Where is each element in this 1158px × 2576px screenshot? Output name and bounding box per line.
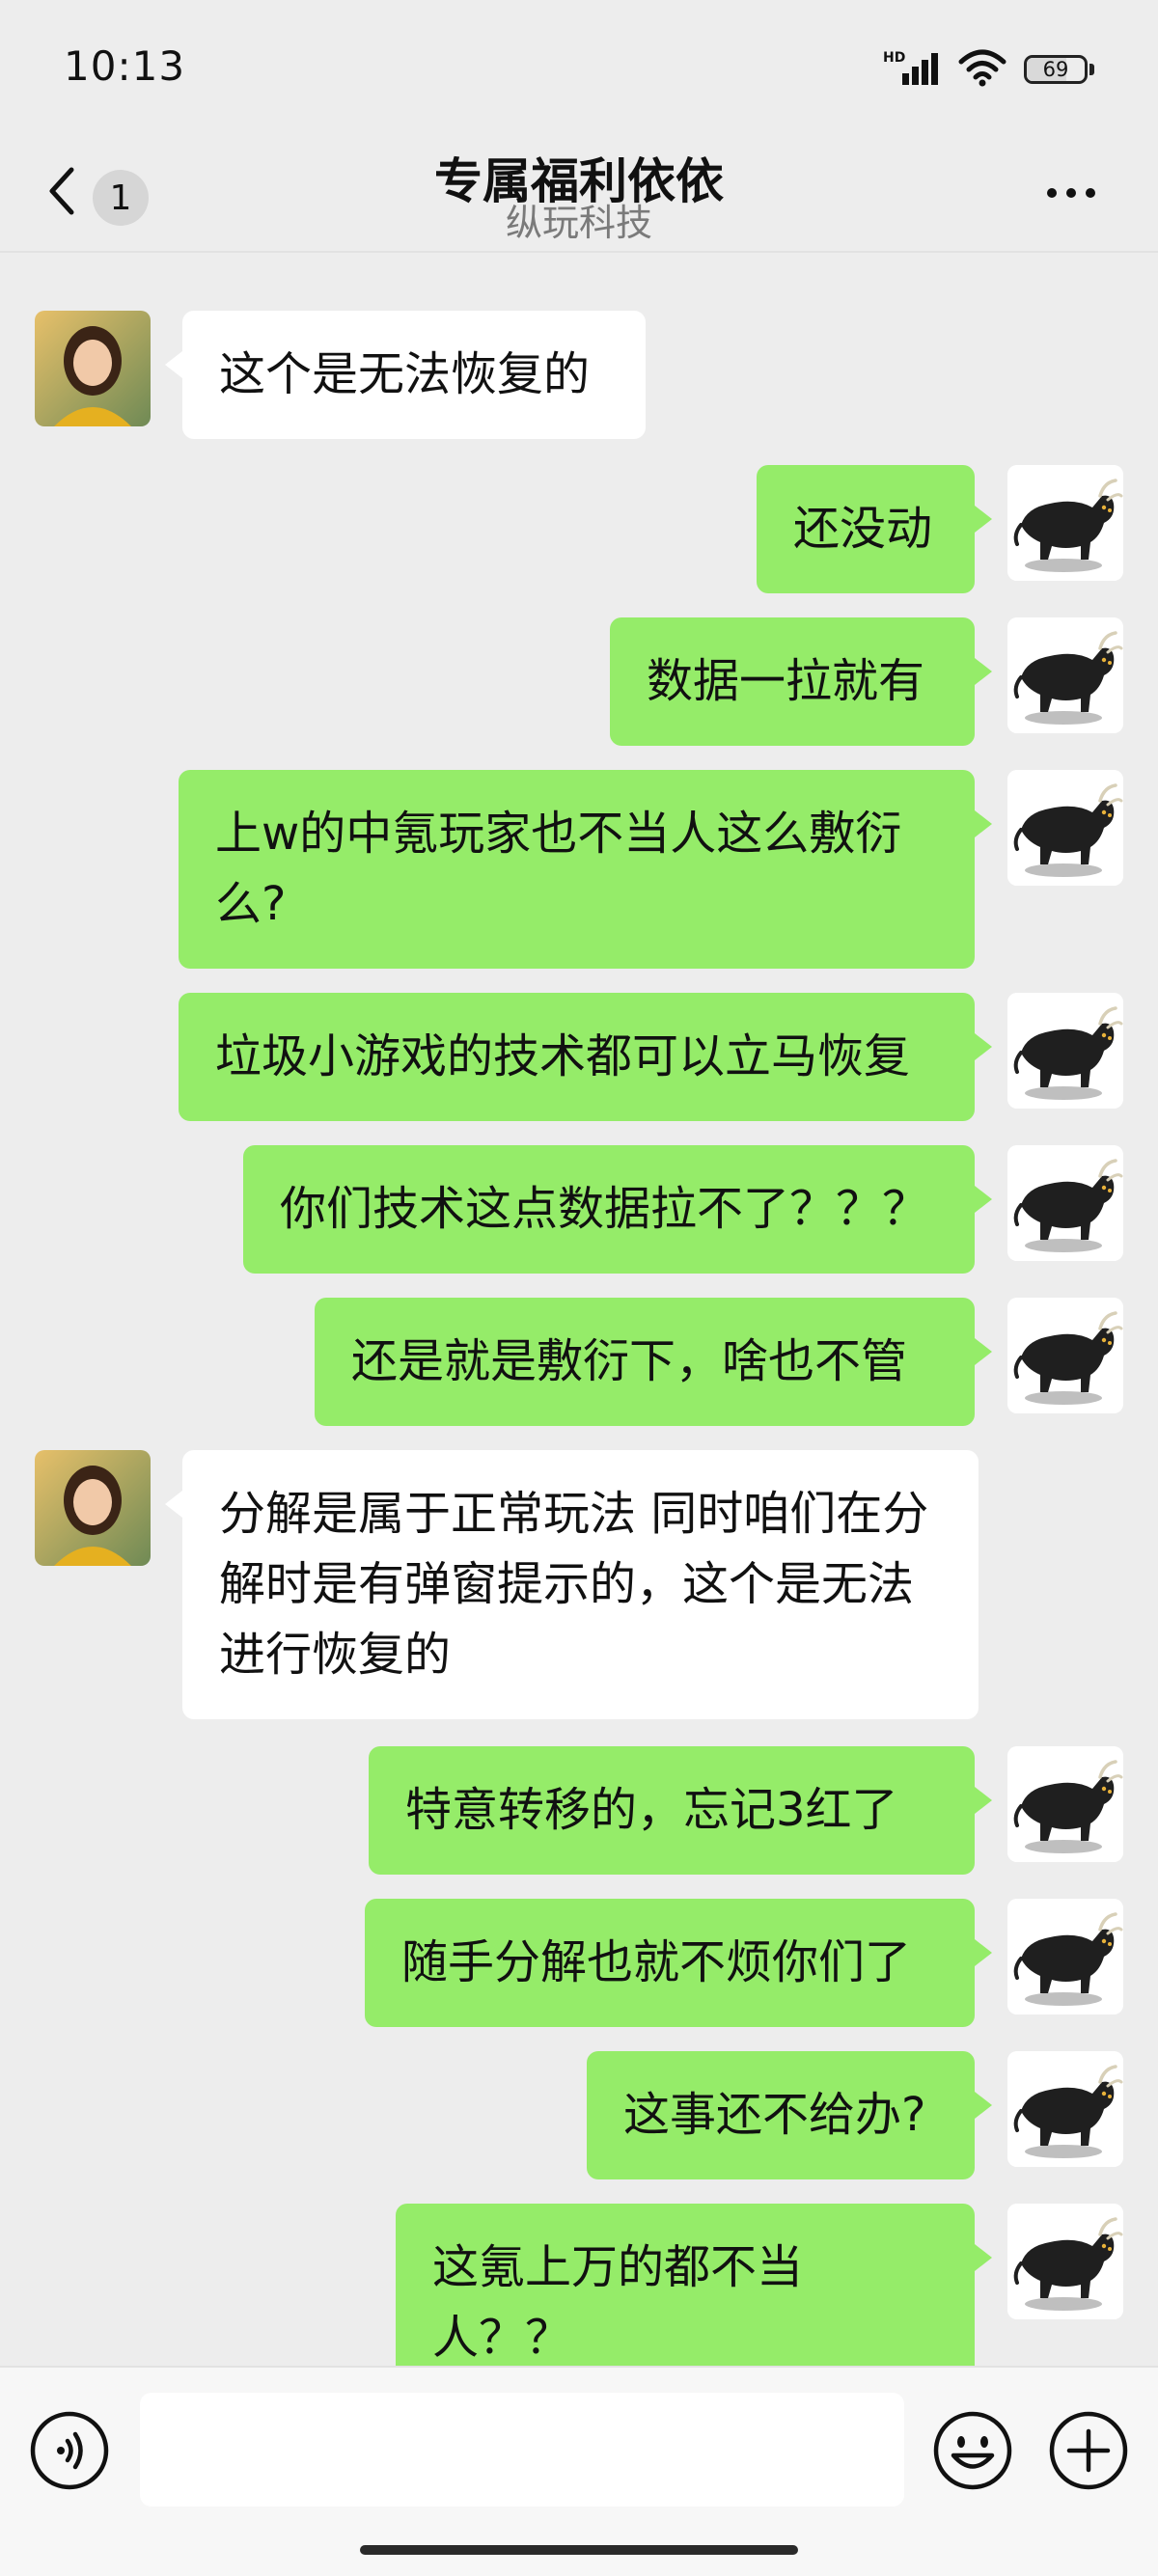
header-divider [0, 251, 1158, 253]
user-avatar[interactable] [1007, 465, 1123, 581]
bull-avatar-icon [1007, 1899, 1123, 2014]
more-options-button[interactable] [1033, 164, 1110, 222]
contact-avatar[interactable] [35, 311, 151, 426]
message-bubble[interactable]: 特意转移的，忘记3红了 [369, 1746, 992, 1875]
message-bubble[interactable]: 分解是属于正常玩法 同时咱们在分解时是有弹窗提示的，这个是无法进行恢复的 [165, 1450, 979, 1719]
emoji-icon [933, 2411, 1012, 2490]
voice-button[interactable] [29, 2410, 110, 2491]
status-time: 10:13 [64, 42, 186, 90]
wifi-icon [958, 48, 1006, 91]
message-bubble[interactable]: 随手分解也就不烦你们了 [365, 1899, 992, 2027]
user-avatar[interactable] [1007, 617, 1123, 733]
bull-avatar-icon [1007, 1145, 1123, 1261]
message-bubble[interactable]: 垃圾小游戏的技术都可以立马恢复 [179, 993, 992, 1121]
message-bubble[interactable]: 这个是无法恢复的 [165, 311, 646, 439]
plus-icon [1049, 2411, 1128, 2490]
bull-avatar-icon [1007, 2204, 1123, 2319]
user-avatar[interactable] [1007, 1298, 1123, 1413]
emoji-button[interactable] [932, 2410, 1013, 2491]
chat-header: 1 专属福利依依 纵玩科技 [0, 135, 1158, 251]
bull-avatar-icon [1007, 617, 1123, 733]
voice-icon [30, 2411, 109, 2490]
user-avatar[interactable] [1007, 770, 1123, 886]
bull-avatar-icon [1007, 2051, 1123, 2167]
message-bubble[interactable]: 还是就是敷衍下，啥也不管 [315, 1298, 992, 1426]
battery-level-text: 69 [1042, 58, 1069, 81]
home-indicator[interactable] [360, 2545, 798, 2555]
bull-avatar-icon [1007, 1746, 1123, 1862]
chat-subtitle: 纵玩科技 [505, 202, 652, 244]
contact-avatar[interactable] [35, 1450, 151, 1566]
chat-screen: 10:13 HD 69 1 专属福利依依 纵玩科技 这个是无法恢复的 还没动 数… [0, 0, 1158, 2576]
message-text-input[interactable] [140, 2393, 904, 2507]
more-actions-button[interactable] [1048, 2410, 1129, 2491]
user-avatar[interactable] [1007, 1899, 1123, 2014]
bull-avatar-icon [1007, 993, 1123, 1109]
status-icons: HD 69 [883, 48, 1094, 91]
cellular-signal-icon: HD [883, 50, 941, 89]
bull-avatar-icon [1007, 465, 1123, 581]
more-dots-icon [1047, 188, 1057, 198]
message-bubble[interactable]: 上w的中氪玩家也不当人这么敷衍么? [179, 770, 992, 969]
bull-avatar-icon [1007, 1298, 1123, 1413]
bull-avatar-icon [1007, 770, 1123, 886]
message-bubble[interactable]: 这事还不给办? [587, 2051, 992, 2179]
message-bubble[interactable]: 数据一拉就有 [610, 617, 992, 746]
user-avatar[interactable] [1007, 2204, 1123, 2319]
message-bubble[interactable]: 还没动 [757, 465, 992, 593]
status-bar: 10:13 HD 69 [0, 0, 1158, 135]
user-avatar[interactable] [1007, 993, 1123, 1109]
user-avatar[interactable] [1007, 1746, 1123, 1862]
battery-icon: 69 [1024, 55, 1094, 84]
user-avatar[interactable] [1007, 2051, 1123, 2167]
message-bubble[interactable]: 你们技术这点数据拉不了？？？ [243, 1145, 992, 1274]
network-type-label: HD [883, 50, 906, 66]
user-avatar[interactable] [1007, 1145, 1123, 1261]
